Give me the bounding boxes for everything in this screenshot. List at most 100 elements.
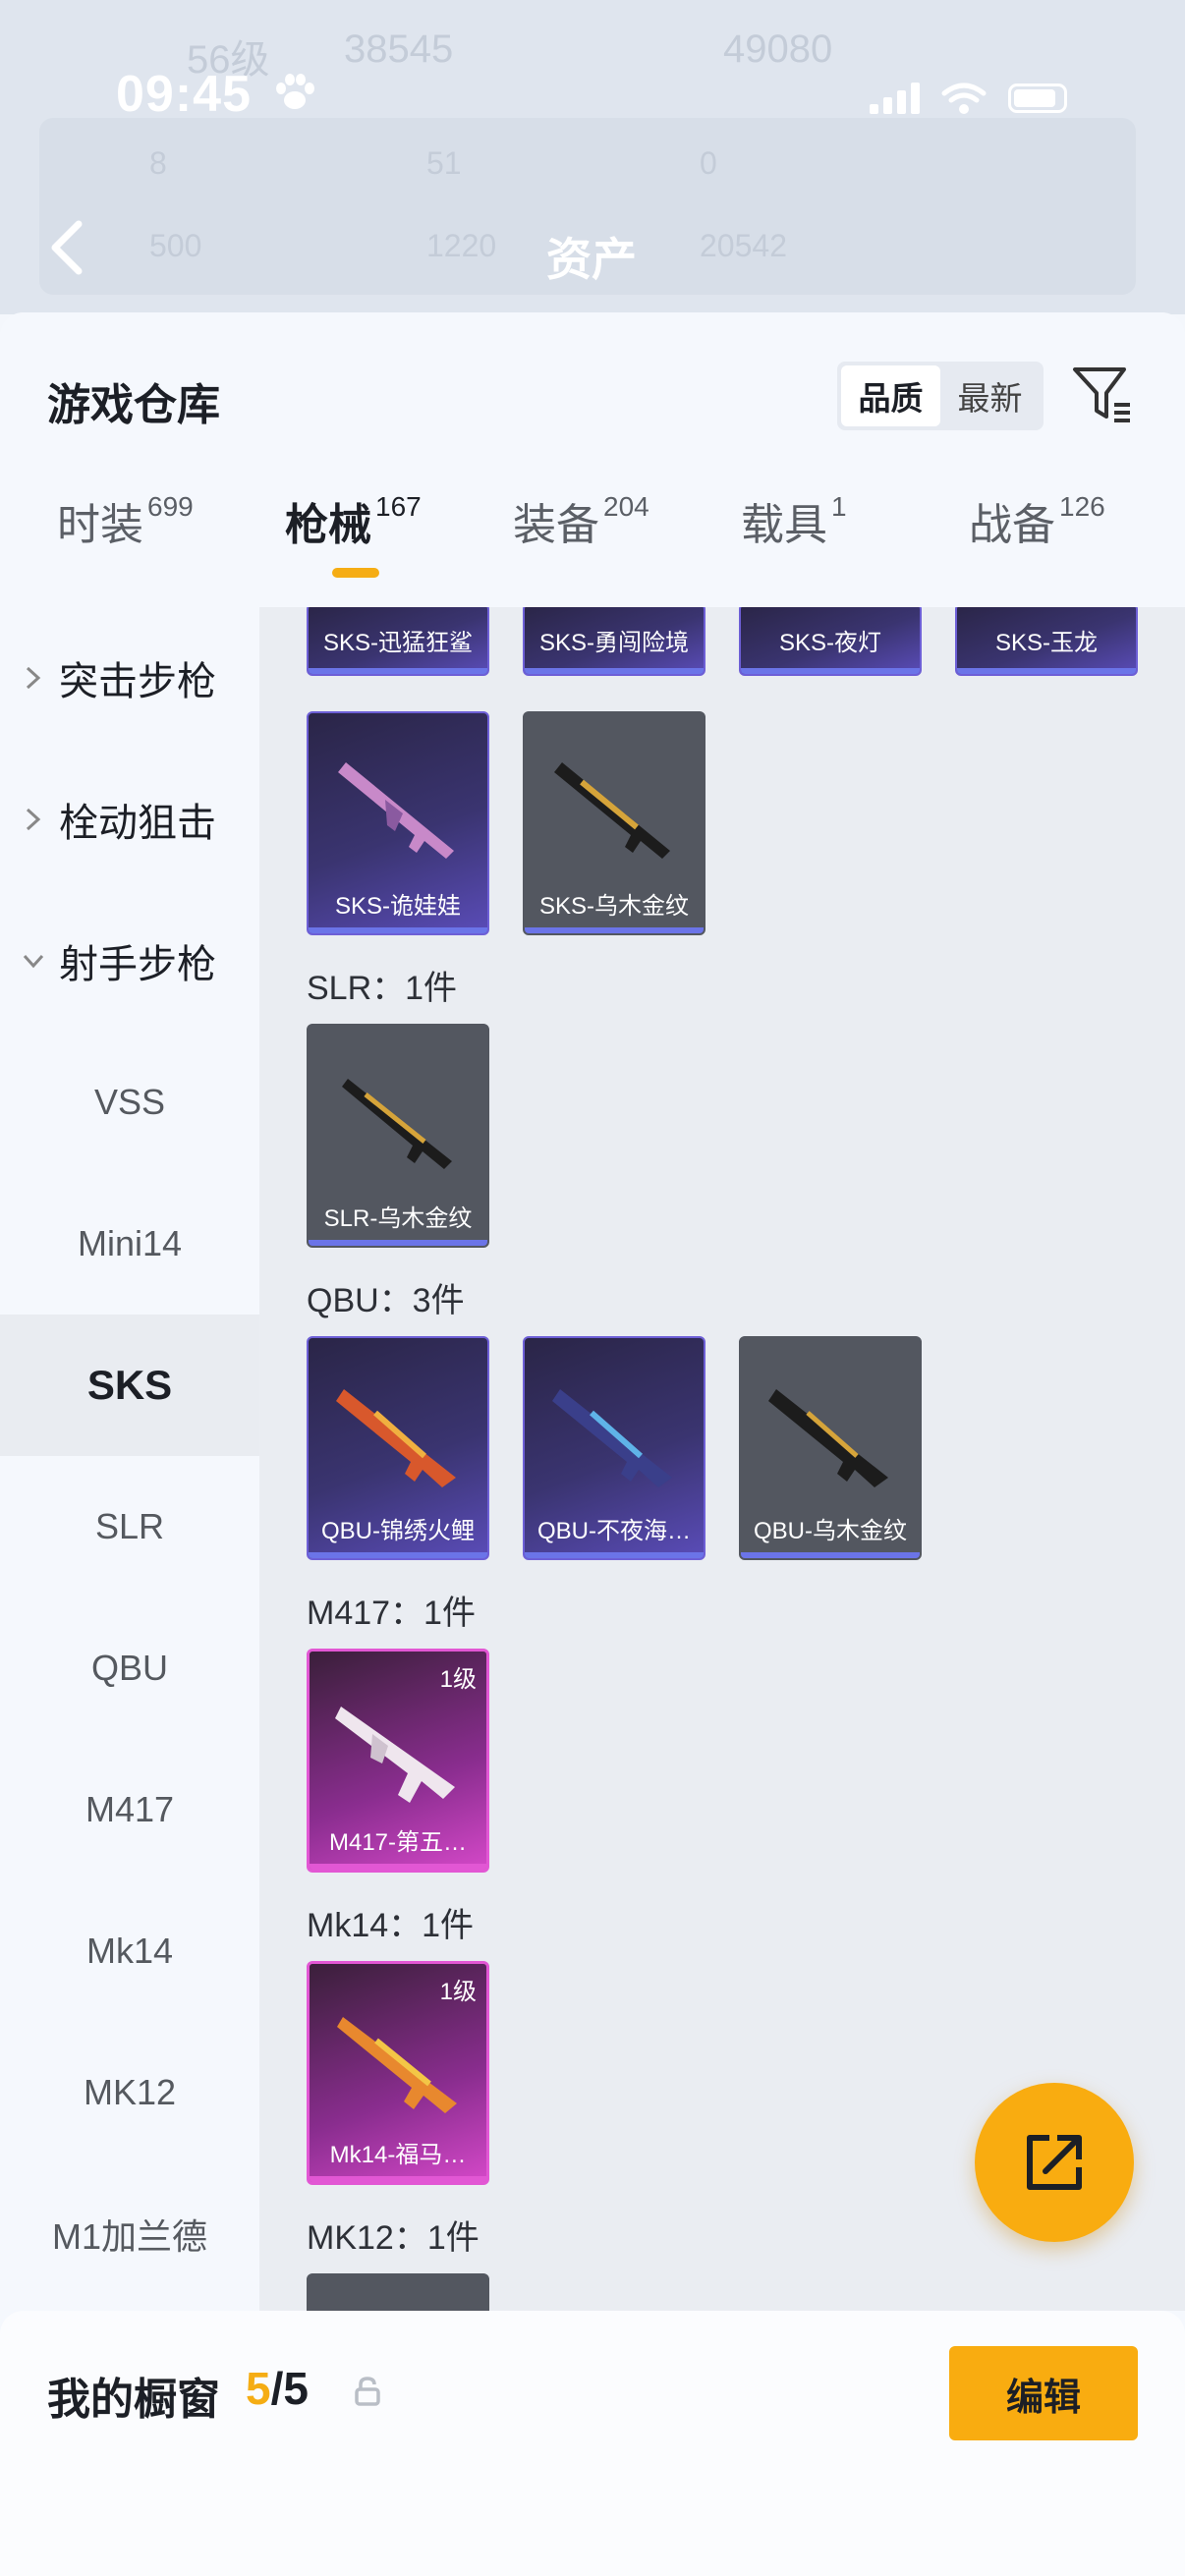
category-tabs: 时装 699 枪械 167 装备 204 载具 1 战备 126 [0,489,1185,599]
item-name: SKS-迅猛狂鲨 [322,629,473,656]
tab-firearms[interactable]: 枪械 167 [285,489,422,599]
tab-label: 战备 [969,501,1055,549]
item-card[interactable]: 1级 Mk14-福马… [307,1961,489,2185]
tab-equipment[interactable]: 装备 204 [513,489,649,599]
tab-count: 1 [831,491,847,522]
item-name: SKS-乌木金纹 [538,892,689,920]
back-arrow-icon[interactable] [45,218,88,277]
rifle-skin-icon [552,1389,672,1487]
item-card[interactable]: QBU-锦绣火鲤 [307,1336,489,1560]
category-item-mini14[interactable]: Mini14 [0,1173,259,1315]
item-name: SKS-夜灯 [778,629,881,656]
warehouse-sheet: SKS-迅猛狂鲨 SKS-勇闯险境 SKS-夜灯 SKS-玉龙 SKS-诡娃娃 … [0,312,1185,2576]
category-item-mk14[interactable]: Mk14 [0,1880,259,2022]
item-card[interactable]: SKS-玉龙 [955,607,1138,676]
showcase-max: 5 [283,2363,309,2414]
item-card[interactable]: QBU-不夜海… [523,1336,705,1560]
item-card[interactable]: SKS-迅猛狂鲨 [307,607,489,676]
category-item-m417[interactable]: M417 [0,1739,259,1880]
cellular-signal-icon [870,83,920,114]
tab-count: 204 [603,491,649,522]
showcase-separator: / [270,2363,284,2414]
item-card[interactable]: SKS-夜灯 [739,607,922,676]
tab-fashion[interactable]: 时装 699 [57,489,194,599]
status-indicators [870,79,1067,118]
bg-stat: 0 [700,145,717,181]
paw-icon [276,74,314,109]
item-name: SKS-玉龙 [994,629,1098,656]
section-header-slr: SLR：1件 [307,970,458,1007]
bg-stat: 20542 [700,228,787,263]
background-page: 56级 38545 49080 8 51 0 500 1220 20542 09… [0,0,1185,314]
item-card[interactable] [307,2273,489,2311]
filter-icon[interactable] [1069,362,1136,428]
category-item-sks[interactable]: SKS [0,1315,259,1456]
category-group-label: 突击步枪 [59,660,216,703]
category-group-assault-rifle[interactable]: 突击步枪 [0,607,259,749]
item-name: SKS-勇闯险境 [538,629,689,656]
item-name: SKS-诡娃娃 [334,892,461,920]
chevron-right-icon [26,808,41,831]
showcase-count: 5/5 [246,2362,309,2415]
item-card[interactable]: SKS-诡娃娃 [307,711,489,935]
tab-label: 载具 [741,501,827,549]
item-name: QBU-不夜海… [537,1517,691,1544]
share-button[interactable] [975,2083,1134,2242]
category-item-mk12[interactable]: MK12 [0,2022,259,2163]
sort-option-latest[interactable]: 最新 [940,365,1040,426]
item-name: QBU-乌木金纹 [754,1517,907,1544]
rifle-skin-icon [336,1389,456,1487]
tab-combat-supplies[interactable]: 战备 126 [969,489,1105,599]
tab-count: 126 [1059,491,1105,522]
item-name: SLR-乌木金纹 [323,1204,473,1232]
item-card[interactable]: SLR-乌木金纹 [307,1024,489,1248]
battery-icon [1008,84,1067,113]
sort-toggle: 品质 最新 [837,362,1044,430]
item-name: QBU-锦绣火鲤 [321,1517,475,1544]
item-card[interactable]: 1级 M417-第五… [307,1649,489,1873]
wifi-icon [941,83,987,114]
section-header-m417: M417：1件 [307,1595,476,1632]
bg-stat: 500 [149,228,202,263]
status-time: 09:45 [116,66,252,123]
category-item-qbu[interactable]: QBU [0,1597,259,1739]
rifle-skin-icon [554,762,670,859]
tab-label: 装备 [513,501,599,549]
rifle-skin-icon [342,1079,452,1169]
item-name: Mk14-福马… [329,2141,467,2168]
category-item-m1-garand[interactable]: M1加兰德 [0,2163,259,2305]
section-header-mk14: Mk14：1件 [307,1907,475,1944]
category-group-label: 栓动狙击 [59,802,216,845]
bg-stat: 51 [426,145,462,181]
category-group-bolt-sniper[interactable]: 栓动狙击 [0,749,259,890]
bg-score-right: 49080 [723,28,833,71]
external-link-icon [1027,2135,1082,2190]
tab-vehicles[interactable]: 载具 1 [741,489,847,599]
item-grid[interactable]: SKS-迅猛狂鲨 SKS-勇闯险境 SKS-夜灯 SKS-玉龙 SKS-诡娃娃 … [259,607,1185,2311]
category-item-vss[interactable]: VSS [0,1032,259,1173]
tab-count: 699 [147,491,194,522]
active-tab-indicator [332,568,379,578]
sheet-header: 游戏仓库 品质 最新 时装 699 枪械 167 装备 204 载具 1 战备 … [0,312,1185,607]
section-header-qbu: QBU：3件 [307,1282,465,1319]
item-name: M417-第五… [328,1828,468,1856]
rifle-skin-icon [768,1389,888,1487]
item-card[interactable]: SKS-勇闯险境 [523,607,705,676]
showcase-bar: 我的橱窗 5/5 编辑 [0,2311,1185,2576]
bg-stat: 1220 [426,228,497,263]
sort-option-quality[interactable]: 品质 [841,365,940,426]
bg-score-left: 38545 [344,28,454,71]
tab-label: 时装 [57,501,143,549]
section-header-mk12: MK12：1件 [307,2219,480,2257]
showcase-current: 5 [246,2363,271,2414]
rifle-skin-icon [335,1707,455,1803]
lock-icon [355,2377,380,2406]
tab-count: 167 [375,491,422,522]
chevron-down-icon [23,954,44,969]
category-item-slr[interactable]: SLR [0,1456,259,1597]
edit-button[interactable]: 编辑 [949,2346,1138,2440]
item-card[interactable]: SKS-乌木金纹 [523,711,705,935]
rifle-skin-icon [337,2017,457,2113]
item-card[interactable]: QBU-乌木金纹 [739,1336,922,1560]
category-group-marksman-rifle[interactable]: 射手步枪 [0,890,259,1032]
